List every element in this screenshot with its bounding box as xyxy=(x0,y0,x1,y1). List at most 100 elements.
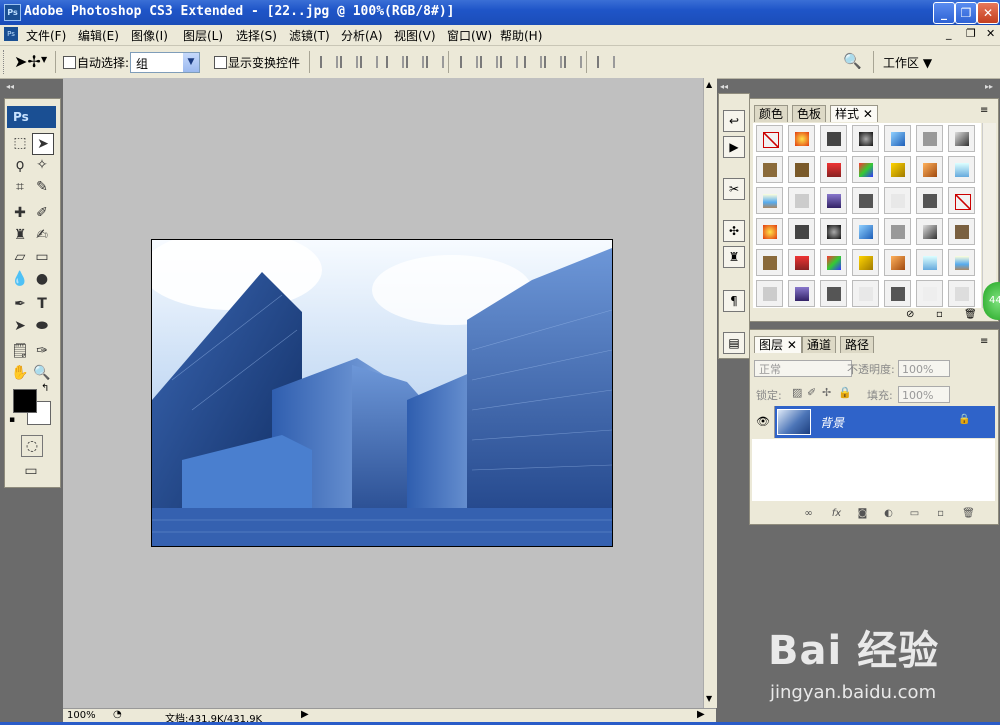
collapse-icon[interactable]: ◂◂ xyxy=(6,82,14,91)
notes-icon[interactable]: 🗒 xyxy=(10,341,30,361)
vertical-scrollbar[interactable]: ▲ ▼ xyxy=(703,78,717,708)
style-swatch[interactable] xyxy=(884,156,911,183)
clear-style-icon[interactable]: ⊘ xyxy=(906,309,914,320)
auto-select-checkbox[interactable] xyxy=(63,56,76,69)
distribute-left-icon[interactable] xyxy=(524,56,542,68)
zoom-icon[interactable]: 🔍 xyxy=(32,363,52,383)
style-swatch[interactable] xyxy=(820,218,847,245)
actions-panel-icon[interactable]: ▶ xyxy=(723,136,745,158)
document-icon[interactable]: Ps xyxy=(4,27,18,41)
align-right-icon[interactable] xyxy=(426,56,444,68)
new-layer-icon[interactable]: ▫ xyxy=(934,508,947,519)
align-left-icon[interactable] xyxy=(386,56,404,68)
menu-analysis[interactable]: 分析(A) xyxy=(341,27,383,44)
workspace-button[interactable]: 工作区 ▼ xyxy=(883,54,932,71)
marquee-icon[interactable]: ⬚ xyxy=(10,133,30,153)
clone-stamp-icon[interactable]: ♜ xyxy=(10,225,30,245)
style-swatch[interactable] xyxy=(948,249,975,276)
styles-scrollbar[interactable] xyxy=(982,123,996,308)
menu-help[interactable]: 帮助(H) xyxy=(500,27,542,44)
style-swatch[interactable] xyxy=(756,280,783,307)
style-swatch[interactable] xyxy=(916,187,943,214)
style-swatch[interactable] xyxy=(884,249,911,276)
notes-panel-icon[interactable]: ▤ xyxy=(723,332,745,354)
document-canvas-area[interactable] xyxy=(63,78,703,708)
chevron-down-icon[interactable]: ▼ xyxy=(183,53,199,72)
style-swatch[interactable] xyxy=(756,218,783,245)
expand-icon[interactable]: ◂◂ xyxy=(720,82,728,91)
style-swatch[interactable] xyxy=(820,187,847,214)
doc-close-icon[interactable]: ✕ xyxy=(986,27,995,40)
layer-row-background[interactable]: 👁 背景 🔒 xyxy=(752,406,995,438)
style-swatch[interactable] xyxy=(948,187,975,214)
history-panel-icon[interactable]: ↩ xyxy=(723,110,745,132)
menu-layer[interactable]: 图层(L) xyxy=(183,27,223,44)
crop-icon[interactable]: ⌗ xyxy=(10,177,30,197)
paragraph-panel-icon[interactable]: ¶ xyxy=(723,290,745,312)
distribute-bottom-icon[interactable] xyxy=(500,56,518,68)
lock-position-icon[interactable]: ✢ xyxy=(822,386,831,399)
scroll-down-icon[interactable]: ▼ xyxy=(706,694,712,703)
screen-mode-icon[interactable]: ▭ xyxy=(21,461,41,481)
style-swatch[interactable] xyxy=(852,156,879,183)
align-vcenter-icon[interactable] xyxy=(340,56,358,68)
style-swatch[interactable] xyxy=(884,187,911,214)
menu-window[interactable]: 窗口(W) xyxy=(447,27,492,44)
blend-mode-dropdown[interactable]: 正常 xyxy=(754,360,852,377)
tab-color[interactable]: 颜色 xyxy=(754,105,789,122)
notification-badge[interactable]: 44 xyxy=(983,282,1000,320)
lock-all-icon[interactable]: 🔒 xyxy=(838,386,852,399)
style-swatch[interactable] xyxy=(788,218,815,245)
style-swatch[interactable] xyxy=(820,125,847,152)
pen-icon[interactable]: ✒ xyxy=(10,294,30,314)
style-swatch[interactable] xyxy=(884,218,911,245)
style-swatch[interactable] xyxy=(788,156,815,183)
minimize-button[interactable]: _ xyxy=(933,2,955,24)
panel-menu-icon[interactable]: ≡ xyxy=(980,336,988,347)
chevron-down-icon[interactable]: ▼ xyxy=(41,55,47,64)
menu-file[interactable]: 文件(F) xyxy=(26,27,66,44)
distribute-right-icon[interactable] xyxy=(564,56,582,68)
layer-style-icon[interactable]: fx xyxy=(830,508,843,519)
shape-icon[interactable]: ⬬ xyxy=(32,316,52,336)
move-icon[interactable]: ➤ xyxy=(32,133,54,155)
tab-styles[interactable]: 样式 ✕ xyxy=(830,105,878,122)
eraser-icon[interactable]: ▱ xyxy=(10,247,30,267)
doc-restore-icon[interactable]: ❐ xyxy=(966,27,976,40)
slice-icon[interactable]: ✎ xyxy=(32,177,52,197)
clone-source-icon[interactable]: ♜ xyxy=(723,246,745,268)
hand-icon[interactable]: ✋ xyxy=(10,363,30,383)
delete-layer-icon[interactable]: 🗑 xyxy=(962,508,975,519)
bar-grip[interactable] xyxy=(3,50,6,74)
style-swatch[interactable] xyxy=(788,280,815,307)
fill-input[interactable]: 100% xyxy=(898,386,950,403)
type-icon[interactable]: T xyxy=(32,294,52,314)
menu-image[interactable]: 图像(I) xyxy=(131,27,168,44)
style-swatch[interactable] xyxy=(916,156,943,183)
style-swatch[interactable] xyxy=(884,280,911,307)
quick-mask-icon[interactable]: ◌ xyxy=(21,435,43,457)
style-swatch[interactable] xyxy=(788,249,815,276)
blur-icon[interactable]: 💧 xyxy=(10,269,30,289)
style-swatch[interactable] xyxy=(852,249,879,276)
align-top-icon[interactable] xyxy=(320,56,338,68)
path-select-icon[interactable]: ➤ xyxy=(10,316,30,336)
show-transform-checkbox[interactable] xyxy=(214,56,227,69)
tab-channels[interactable]: 通道 xyxy=(802,336,837,353)
zoom-level[interactable]: 100% xyxy=(67,710,96,721)
eyedropper-icon[interactable]: ✑ xyxy=(32,341,52,361)
healing-brush-icon[interactable]: ✚ xyxy=(10,203,30,223)
align-bottom-icon[interactable] xyxy=(360,56,378,68)
file-browser-icon[interactable]: 🔍 xyxy=(843,52,862,70)
style-swatch[interactable] xyxy=(756,187,783,214)
delete-style-icon[interactable]: 🗑 xyxy=(964,309,977,320)
style-swatch[interactable] xyxy=(756,249,783,276)
distribute-vcenter-icon[interactable] xyxy=(480,56,498,68)
move-tool-preset-icon[interactable]: ➤✢ xyxy=(14,52,41,71)
auto-align-layers-icon[interactable] xyxy=(597,56,615,68)
swap-colors-icon[interactable]: ↰ xyxy=(41,383,49,394)
scroll-up-icon[interactable]: ▲ xyxy=(706,80,712,89)
style-swatch[interactable] xyxy=(756,156,783,183)
style-swatch[interactable] xyxy=(948,280,975,307)
status-info-icon[interactable]: ◔ xyxy=(113,709,122,720)
